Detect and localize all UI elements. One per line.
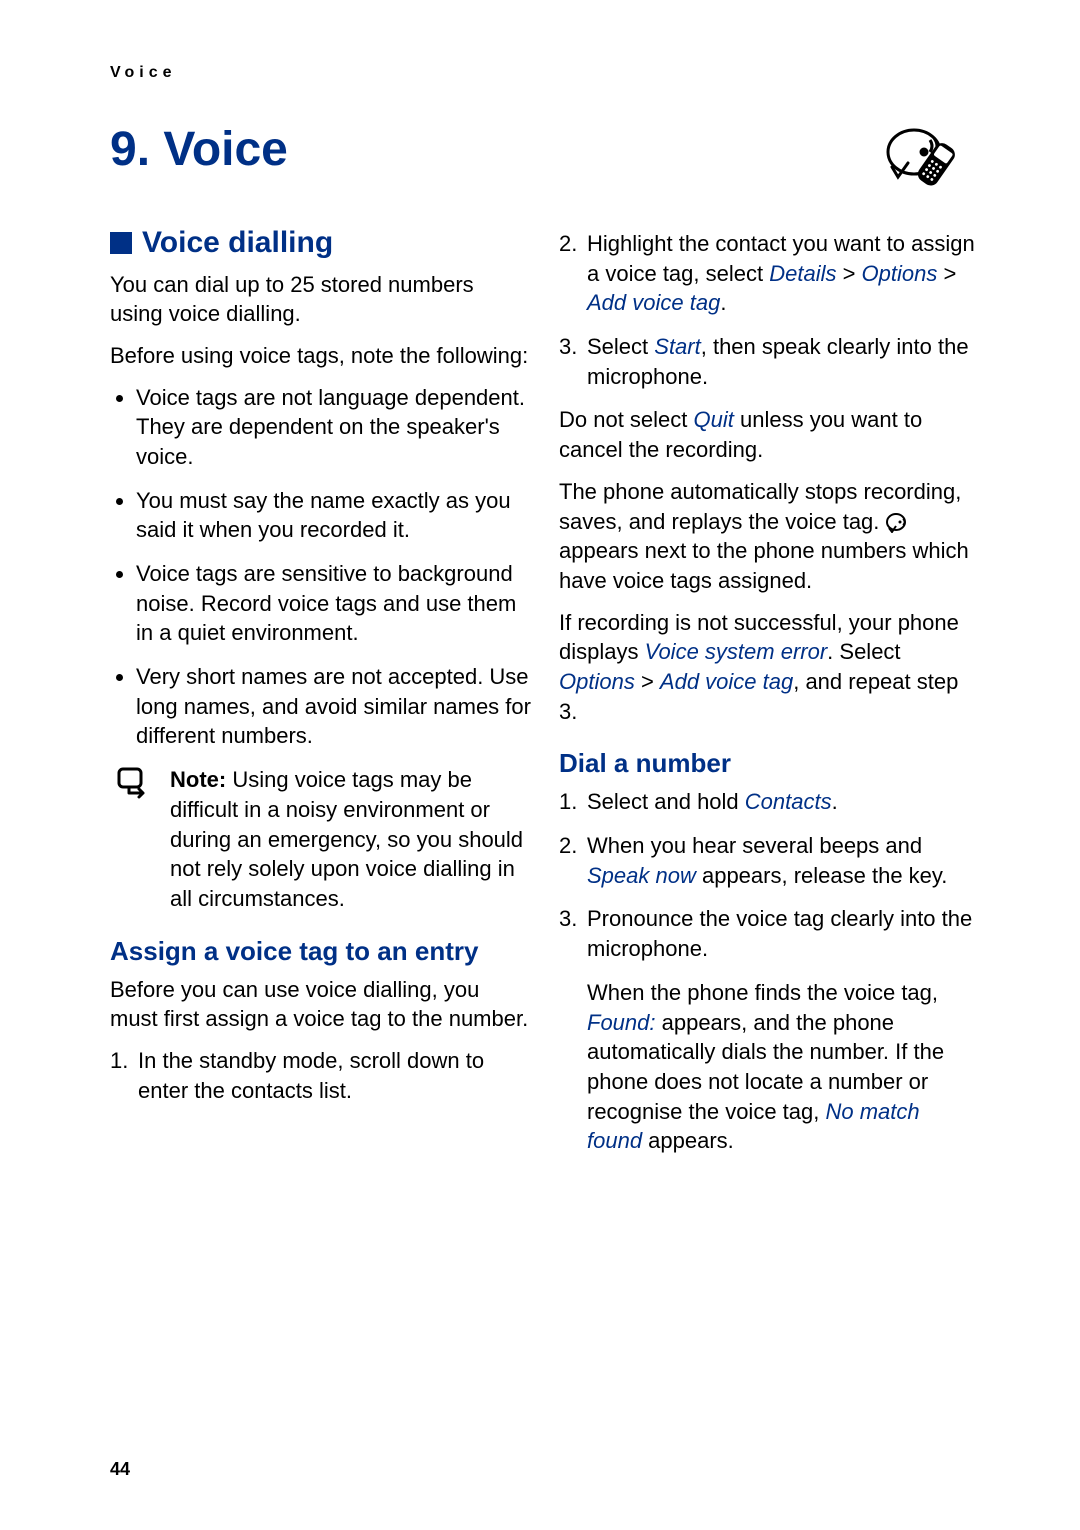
text: appears next to the phone numbers which … [559, 538, 969, 593]
page-number: 44 [110, 1459, 130, 1480]
assign-intro: Before you can use voice dialling, you m… [110, 975, 531, 1034]
text: appears. [642, 1128, 734, 1153]
note-block: Note: Using voice tags may be difficult … [116, 765, 531, 913]
note-label: Note: [170, 767, 226, 792]
step-text: . [720, 290, 726, 315]
section-square-icon [110, 232, 132, 254]
voice-phone-icon [884, 122, 980, 192]
running-head: Voice [110, 64, 980, 82]
text: . Select [827, 639, 900, 664]
list-item: You must say the name exactly as you sai… [136, 486, 531, 545]
text: appears, release the key. [696, 863, 948, 888]
intro-para-1: You can dial up to 25 stored numbers usi… [110, 270, 531, 329]
sep: > [836, 261, 861, 286]
menu-path: Contacts [745, 789, 832, 814]
auto-stop-para: The phone automatically stops recording,… [559, 477, 980, 596]
assign-steps-continued: Highlight the contact you want to assign… [559, 229, 980, 391]
sep: > [635, 669, 660, 694]
menu-path: Start [654, 334, 700, 359]
error-para: If recording is not successful, your pho… [559, 608, 980, 727]
menu-path: Voice system error [645, 639, 828, 664]
text: Select and hold [587, 789, 745, 814]
menu-path: Add voice tag [587, 290, 720, 315]
left-column: Voice dialling You can dial up to 25 sto… [110, 223, 531, 1168]
intro-para-2: Before using voice tags, note the follow… [110, 341, 531, 371]
list-item: When you hear several beeps and Speak no… [559, 831, 980, 890]
dial-found-para: When the phone finds the voice tag, Foun… [587, 978, 980, 1156]
list-item: Select Start, then speak clearly into th… [559, 332, 980, 391]
quit-para: Do not select Quit unless you want to ca… [559, 405, 980, 464]
voice-tag-icon [886, 511, 912, 533]
list-item: In the standby mode, scroll down to ente… [110, 1046, 531, 1105]
text: Do not select [559, 407, 694, 432]
menu-path: Found: [587, 1010, 656, 1035]
assign-steps: In the standby mode, scroll down to ente… [110, 1046, 531, 1105]
menu-path: Add voice tag [660, 669, 793, 694]
list-item: Voice tags are not language dependent. T… [136, 383, 531, 472]
subsection-dial-heading: Dial a number [559, 746, 980, 781]
text: When the phone finds the voice tag, [587, 980, 938, 1005]
menu-path: Details [769, 261, 836, 286]
voice-tag-notes-list: Voice tags are not language dependent. T… [110, 383, 531, 752]
menu-path: Speak now [587, 863, 696, 888]
section-heading-text: Voice dialling [142, 223, 333, 264]
text: When you hear several beeps and [587, 833, 922, 858]
list-item: Select and hold Contacts. [559, 787, 980, 817]
menu-path: Options [559, 669, 635, 694]
sep: > [937, 261, 956, 286]
right-column: Highlight the contact you want to assign… [559, 223, 980, 1168]
note-arrow-icon [116, 765, 152, 801]
section-voice-dialling-heading: Voice dialling [110, 223, 531, 264]
subsection-assign-heading: Assign a voice tag to an entry [110, 934, 531, 969]
text: . [832, 789, 838, 814]
list-item: Voice tags are sensitive to background n… [136, 559, 531, 648]
list-item: Very short names are not accepted. Use l… [136, 662, 531, 751]
chapter-title: 9. Voice [110, 122, 288, 177]
list-item: Pronounce the voice tag clearly into the… [559, 904, 980, 963]
list-item: Highlight the contact you want to assign… [559, 229, 980, 318]
text: Pronounce the voice tag clearly into the… [587, 906, 972, 961]
menu-path: Options [862, 261, 938, 286]
dial-steps: Select and hold Contacts. When you hear … [559, 787, 980, 963]
step-text: Select [587, 334, 654, 359]
menu-path: Quit [694, 407, 734, 432]
